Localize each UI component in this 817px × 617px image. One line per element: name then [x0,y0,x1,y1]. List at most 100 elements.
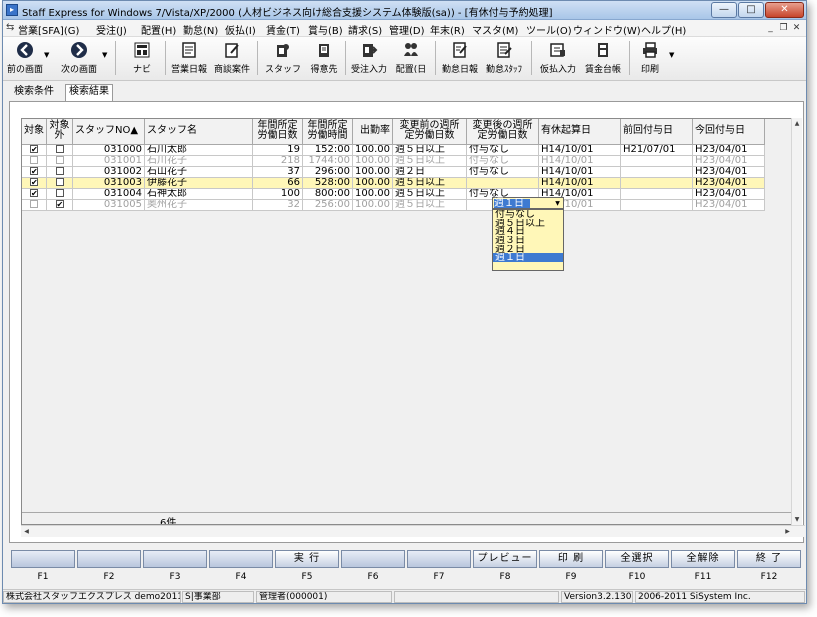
col-annual-hours[interactable]: 年間所定 労働時間 [302,119,353,145]
target-checkbox[interactable]: ✔ [30,177,38,186]
menu-billing[interactable]: 請求(S) [348,22,382,37]
mdi-system-icon[interactable]: ⇆ [6,22,14,33]
table-row[interactable]: 031001 石川花子 218 1744:00 100.00 週５日以上 付与な… [22,155,765,167]
minimize-button[interactable]: — [711,2,737,18]
target-checkbox[interactable] [30,155,38,164]
back-dropdown-icon[interactable]: ▼ [44,51,49,59]
after-days-cell[interactable]: 付与なし [466,155,539,167]
dropdown-option-selected[interactable]: 週１日 [493,253,563,263]
menu-management[interactable]: 管理(D) [389,22,425,37]
scroll-up-icon[interactable]: ▲ [792,118,802,129]
table-row[interactable]: ✔ 031004 石神太郎 100 800:00 100.00 週５日以上 付与… [22,188,765,200]
table-row[interactable]: ✔ 031000 石川太郎 19 152:00 100.00 週５日以上 付与な… [22,144,765,156]
target-checkbox[interactable]: ✔ [30,144,38,153]
excluded-checkbox[interactable] [55,188,64,197]
dropdown-option[interactable]: 週５日以上 [493,219,563,228]
assign-button[interactable]: 配置(日 [391,39,431,77]
preview-button[interactable]: プレビュー [473,550,537,568]
next-dropdown-icon[interactable]: ▼ [102,51,107,59]
close-button[interactable]: ✕ [765,2,804,18]
chevron-down-icon[interactable]: ▼ [553,199,562,208]
f3-button[interactable] [143,550,207,568]
client-button[interactable]: 得意先 [305,39,343,77]
col-before-days[interactable]: 変更前の週所 定労働日数 [392,119,467,145]
f4-button[interactable] [209,550,273,568]
target-checkbox[interactable] [30,199,38,208]
navi-button[interactable]: ナビ [125,39,159,77]
scroll-left-icon[interactable]: ◀ [21,526,32,537]
menu-sales[interactable]: 営業[SFA](G) [18,22,79,37]
col-annual-days[interactable]: 年間所定 労働日数 [252,119,303,145]
excluded-checkbox[interactable] [55,177,64,186]
excluded-checkbox[interactable]: ✔ [55,199,64,208]
deal-button[interactable]: 商談案件 [211,39,253,77]
horizontal-scrollbar[interactable]: ◀ ▶ [21,525,805,537]
advance-entry-button[interactable]: 仮払入力 [537,39,579,77]
maximize-button[interactable]: □ [738,2,764,18]
exit-button[interactable]: 終 了 [737,550,801,568]
mdi-close-button[interactable]: ✕ [791,23,802,34]
print-button[interactable]: 印刷 [633,39,667,77]
attendance-daily-button[interactable]: 勤怠日報 [439,39,481,77]
col-this-grant[interactable]: 今回付与日 [692,119,765,145]
col-staff-no[interactable]: スタッフNO▲ [72,119,145,145]
col-staff-name[interactable]: スタッフ名 [144,119,253,145]
menu-master[interactable]: マスタ(M) [472,22,518,37]
f6-button[interactable] [341,550,405,568]
dropdown-option[interactable]: 週２日 [493,245,563,254]
menu-wages[interactable]: 賃金(T) [266,22,300,37]
target-checkbox[interactable]: ✔ [30,166,38,175]
tab-search-conditions[interactable]: 検索条件 [11,85,57,101]
dropdown-option[interactable]: 付与なし [493,210,563,219]
results-grid[interactable]: 対象 対象外 スタッフNO▲ スタッフ名 年間所定 労働日数 年間所定 労働時間 出… [21,118,794,525]
menu-bonus[interactable]: 賞与(B) [308,22,343,37]
sales-daily-button[interactable]: 営業日報 [169,39,209,77]
tab-search-results[interactable]: 検索結果 [65,84,113,102]
col-target[interactable]: 対象 [22,119,47,145]
col-leave-start[interactable]: 有休起算日 [538,119,621,145]
menu-orders[interactable]: 受注(J) [96,22,127,37]
target-checkbox[interactable]: ✔ [30,188,38,197]
mdi-restore-button[interactable]: ❐ [778,23,789,34]
col-excluded[interactable]: 対象外 [46,119,73,145]
app-icon[interactable]: ▸ [6,4,18,16]
execute-button[interactable]: 実 行 [275,550,339,568]
menu-year-end[interactable]: 年末(R) [430,22,465,37]
col-attendance-rate[interactable]: 出勤率 [352,119,393,145]
col-after-days[interactable]: 変更後の週所 定労働日数 [466,119,539,145]
col-prev-grant[interactable]: 前回付与日 [620,119,693,145]
print-fkey-button[interactable]: 印 刷 [539,550,603,568]
excluded-checkbox[interactable] [55,166,64,175]
order-entry-button[interactable]: 受注入力 [349,39,389,77]
menu-advance[interactable]: 仮払(I) [225,22,256,37]
vertical-scrollbar[interactable]: ▲ ▼ [791,118,802,525]
f2-button[interactable] [77,550,141,568]
attendance-staff-button[interactable]: 勤怠ｽﾀｯﾌ [483,39,525,77]
table-row[interactable]: ✔ 031002 石山花子 37 296:00 100.00 週２日 付与なし … [22,166,765,178]
staff-button[interactable]: スタッフ [261,39,305,77]
menu-tools[interactable]: ツール(O) [526,22,572,37]
scroll-right-icon[interactable]: ▶ [782,526,793,537]
menu-placement[interactable]: 配置(H) [141,22,176,37]
table-row-selected[interactable]: ✔ 031003 伊藤花子 66 528:00 100.00 週５日以上 H14… [22,177,765,189]
wage-ledger-button[interactable]: 賃金台帳 [581,39,625,77]
after-days-cell[interactable]: 付与なし [466,166,539,178]
menu-window[interactable]: ウィンドウ(W) [573,22,641,37]
f7-button[interactable] [407,550,471,568]
menu-help[interactable]: ヘルプ(H) [641,22,686,37]
scroll-down-icon[interactable]: ▼ [792,514,802,525]
after-days-cell[interactable] [466,177,539,189]
dropdown-option[interactable]: 週４日 [493,227,563,236]
print-dropdown-icon[interactable]: ▼ [669,51,674,59]
menu-attendance[interactable]: 勤怠(N) [183,22,218,37]
select-all-button[interactable]: 全選択 [605,550,669,568]
f1-button[interactable] [11,550,75,568]
table-row[interactable]: ✔ 031005 奥州花子 32 256:00 100.00 週５日以上 H14… [22,199,765,211]
back-button[interactable]: 前の画面 [5,39,45,77]
title-bar[interactable]: ▸ Staff Express for Windows 7/Vista/XP/2… [3,1,806,20]
mdi-minimize-button[interactable]: _ [765,23,776,34]
excluded-checkbox[interactable] [55,144,64,153]
dropdown-option[interactable]: 週３日 [493,236,563,245]
next-button[interactable]: 次の画面 [57,39,101,77]
after-days-cell[interactable]: 付与なし [466,144,539,156]
